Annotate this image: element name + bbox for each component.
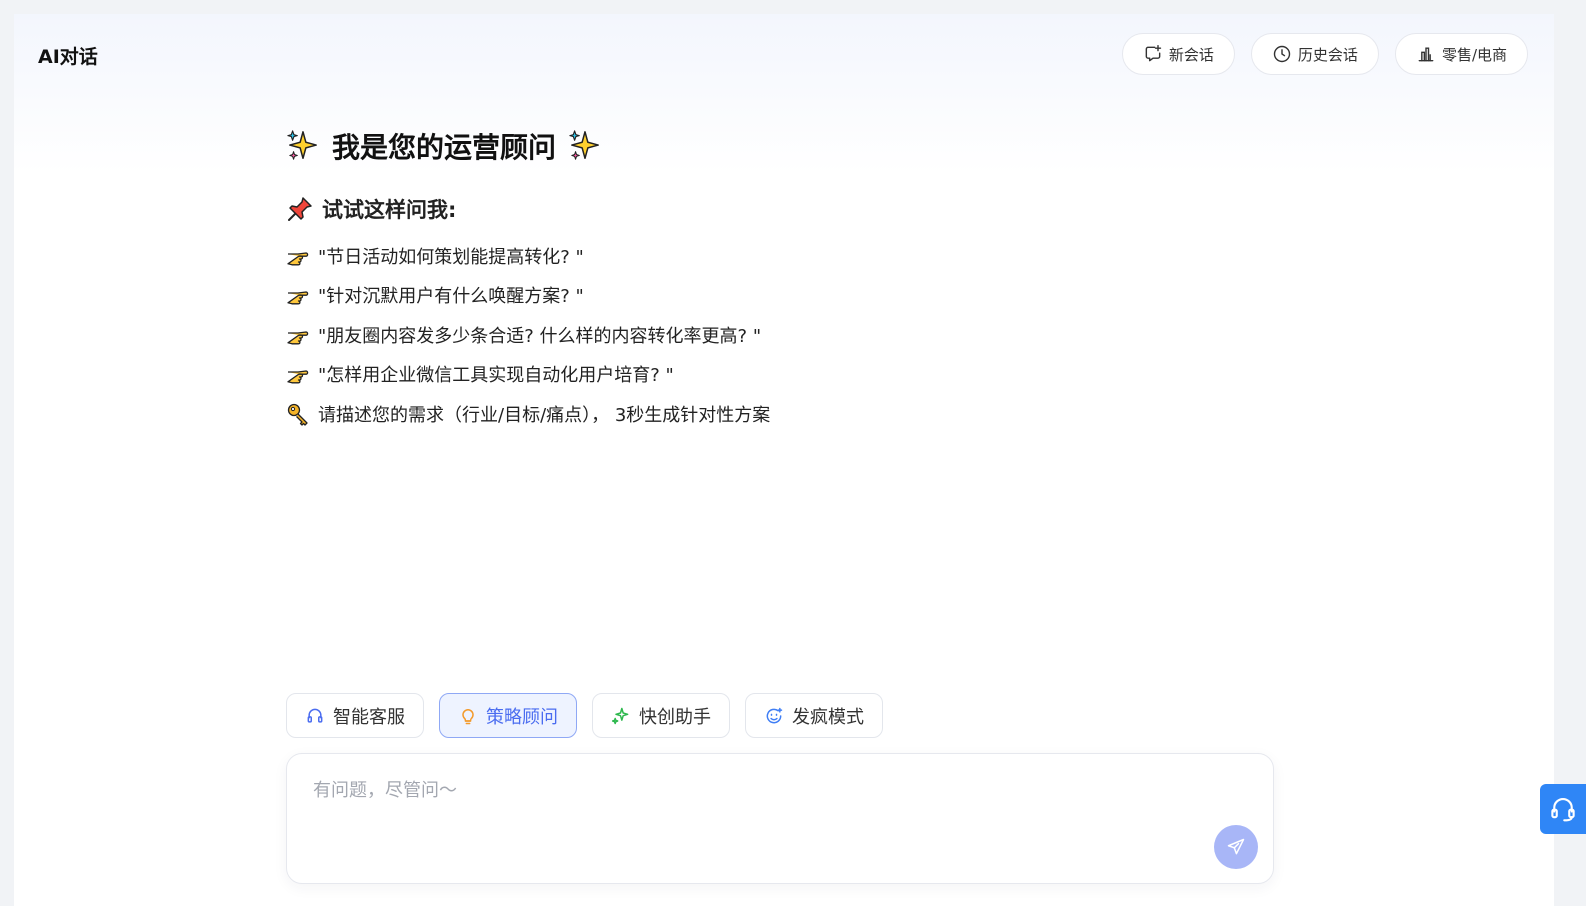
example-question[interactable]: "节日活动如何策划能提高转化? " xyxy=(286,236,770,276)
mode-tab-smart-service[interactable]: 智能客服 xyxy=(286,693,424,738)
history-button[interactable]: 历史会话 xyxy=(1250,33,1379,75)
sparkles-icon xyxy=(287,130,317,160)
welcome-title-row: 我是您的运营顾问 xyxy=(286,126,770,166)
clock-icon xyxy=(1273,45,1291,63)
industry-label: 零售/电商 xyxy=(1441,45,1507,64)
chat-input-box xyxy=(286,753,1274,884)
new-chat-label: 新会话 xyxy=(1168,45,1214,64)
app-title: AI对话 xyxy=(38,46,98,68)
example-question[interactable]: "怎样用企业微信工具实现自动化用户培育? " xyxy=(286,355,770,395)
suggestion-heading-text: 试试这样问我: xyxy=(322,198,457,222)
example-question-text: "节日活动如何策划能提高转化? " xyxy=(318,246,584,268)
hint-line: 请描述您的需求（行业/目标/痛点）， 3秒生成针对性方案 xyxy=(286,394,770,434)
customer-support-float-button[interactable] xyxy=(1540,784,1586,834)
chat-input[interactable] xyxy=(311,774,1195,838)
example-question[interactable]: "朋友圈内容发多少条合适? 什么样的内容转化率更高? " xyxy=(286,315,770,355)
welcome-section: 我是您的运营顾问 试试这样问我: "节日活动如何策划能提高转化? " "针对沉默… xyxy=(286,126,770,434)
mode-tab-label: 发疯模式 xyxy=(792,706,864,728)
mode-tab-crazy-mode[interactable]: 发疯模式 xyxy=(745,693,883,738)
example-question-text: "怎样用企业微信工具实现自动化用户培育? " xyxy=(318,365,674,387)
pointing-hand-icon xyxy=(287,291,309,305)
mode-tab-quick-create[interactable]: 快创助手 xyxy=(592,693,730,738)
lightbulb-icon xyxy=(462,708,474,724)
chat-plus-icon xyxy=(1145,44,1162,62)
new-chat-button[interactable]: 新会话 xyxy=(1121,33,1235,75)
mode-tab-label: 策略顾问 xyxy=(486,706,558,728)
pointing-hand-icon xyxy=(287,331,309,345)
sparkles-icon xyxy=(569,130,599,160)
chat-panel: AI对话 新会话 历史会话 零售/电商 我是您的运营顾问 试试这样问我: "节日… xyxy=(14,14,1554,906)
key-icon xyxy=(287,403,308,426)
example-question[interactable]: "针对沉默用户有什么唤醒方案? " xyxy=(286,276,770,316)
mode-tab-label: 智能客服 xyxy=(333,706,405,728)
mode-tabs: 智能客服 策略顾问 快创助手 发疯模式 xyxy=(286,693,883,738)
pointing-hand-icon xyxy=(287,370,309,384)
pushpin-icon xyxy=(288,197,312,221)
mode-tab-label: 快创助手 xyxy=(639,706,711,728)
headset-icon xyxy=(1551,797,1575,822)
mode-tab-strategy-advisor[interactable]: 策略顾问 xyxy=(439,693,577,738)
example-question-text: "针对沉默用户有什么唤醒方案? " xyxy=(318,286,584,308)
history-label: 历史会话 xyxy=(1297,45,1358,64)
pointing-hand-icon xyxy=(287,252,309,266)
send-button[interactable] xyxy=(1214,825,1258,869)
bar-chart-icon xyxy=(1418,47,1434,62)
example-question-text: "朋友圈内容发多少条合适? 什么样的内容转化率更高? " xyxy=(318,325,762,347)
industry-button[interactable]: 零售/电商 xyxy=(1394,33,1528,75)
sparkle-icon xyxy=(611,707,629,724)
top-actions: 新会话 历史会话 零售/电商 xyxy=(1121,33,1528,75)
headset-icon xyxy=(307,708,323,723)
suggestion-heading: 试试这样问我: xyxy=(286,194,770,224)
welcome-title: 我是您的运营顾问 xyxy=(332,131,557,164)
send-icon xyxy=(1227,838,1245,855)
hint-text: 请描述您的需求（行业/目标/痛点）， 3秒生成针对性方案 xyxy=(318,404,771,426)
emoji-icon xyxy=(766,707,783,723)
